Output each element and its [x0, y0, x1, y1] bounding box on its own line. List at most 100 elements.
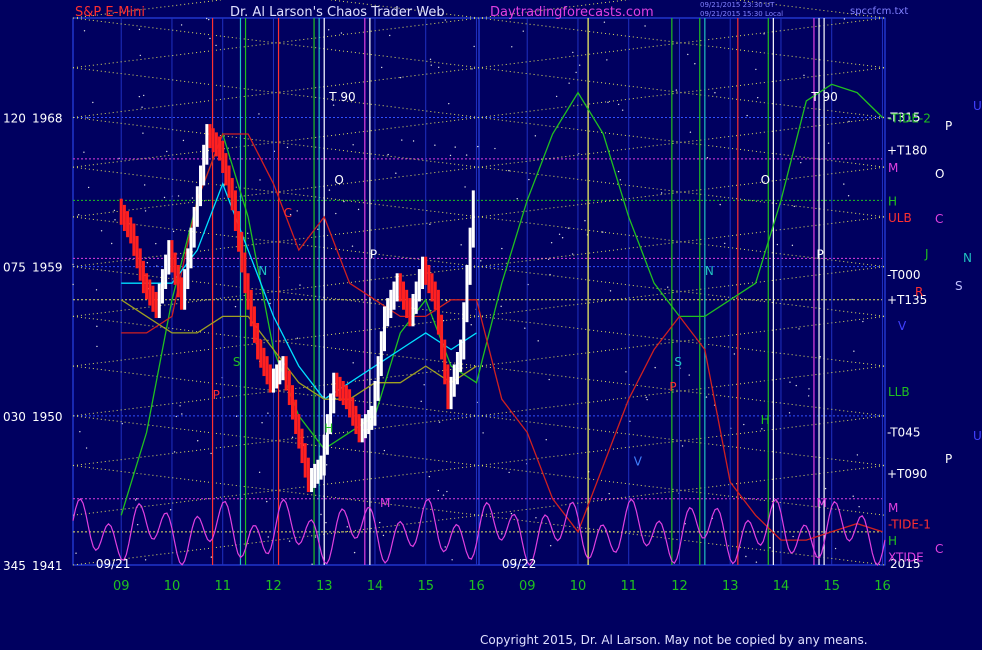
background-dot [807, 395, 810, 397]
background-dot [412, 140, 415, 142]
x-tick-label: 15 [417, 579, 434, 594]
background-dot [508, 471, 510, 474]
price-bar [402, 281, 406, 310]
glyph-label: T 90 [810, 90, 837, 104]
background-dot [144, 559, 147, 561]
background-dot [328, 189, 331, 191]
background-dot [705, 396, 708, 398]
planet-label: P [945, 452, 952, 466]
background-dot [95, 289, 98, 291]
price-bar [183, 269, 187, 310]
price-bar [268, 364, 272, 393]
price-bar [167, 240, 171, 275]
background-dot [803, 74, 805, 77]
background-dot [743, 423, 745, 426]
price-bar [424, 256, 428, 285]
background-dot [181, 413, 183, 415]
background-dot [442, 494, 445, 496]
background-dot [482, 432, 484, 434]
background-dot [169, 509, 172, 511]
price-bar [227, 165, 231, 198]
y-tick-price: 1968 [32, 111, 63, 125]
y-tick-degree: 120 [3, 111, 26, 125]
background-dot [524, 327, 526, 329]
background-dot [209, 37, 211, 40]
background-dot [437, 66, 440, 69]
background-dot [288, 540, 291, 542]
background-dot [510, 512, 513, 515]
planet-label: V [898, 319, 907, 333]
background-dot [75, 552, 77, 554]
background-dot [834, 547, 837, 550]
price-bar [230, 177, 234, 211]
price-bar [233, 190, 237, 231]
glyph-label: S [233, 355, 241, 369]
background-dot [314, 536, 317, 538]
background-dot [96, 325, 98, 328]
background-dot [197, 440, 199, 442]
data-file-label: spccfcm.txt [850, 6, 909, 17]
glyph-label: H [324, 421, 333, 435]
glyph-label: N [705, 264, 714, 278]
background-dot [460, 244, 462, 246]
price-bar [382, 306, 386, 352]
background-dot [163, 196, 166, 199]
background-dot [549, 545, 552, 547]
price-bar [300, 428, 304, 464]
price-bar [332, 372, 336, 414]
background-dot [72, 283, 74, 286]
y-tick-price: 1959 [32, 261, 63, 275]
price-bar [281, 356, 285, 381]
price-bar [357, 414, 361, 443]
background-dot [755, 561, 758, 563]
background-dot [819, 356, 821, 358]
copyright-notice: Copyright 2015, Dr. Al Larson. May not b… [480, 633, 868, 647]
price-bar [287, 370, 291, 406]
background-dot [96, 345, 98, 348]
forecast-line-olive [120, 299, 477, 400]
price-bar [303, 443, 307, 478]
price-bar [294, 399, 298, 435]
glyph-label: C [284, 206, 292, 220]
y-tick-price: 1950 [32, 410, 63, 424]
x-tick-label: 12 [265, 579, 282, 594]
price-bar [284, 356, 288, 391]
background-dot [788, 412, 791, 414]
background-dot [464, 186, 466, 188]
background-dot [139, 54, 141, 57]
price-bar [132, 223, 136, 256]
background-dot [87, 186, 90, 189]
background-dot [77, 214, 80, 216]
price-bar [189, 227, 193, 269]
background-dot [660, 192, 663, 194]
price-bar [459, 339, 463, 372]
background-dot [173, 451, 176, 453]
background-dot [572, 51, 574, 54]
planet-label: C [935, 212, 943, 226]
glyph-label: M [816, 496, 826, 510]
background-dot [210, 452, 212, 455]
site-label: Daytradingforecasts.com [490, 5, 654, 20]
background-dot [470, 324, 472, 326]
background-dot [757, 96, 759, 99]
price-bar [417, 269, 421, 302]
background-dot [568, 82, 570, 84]
price-bar [135, 235, 139, 269]
background-dot [843, 18, 846, 20]
background-dot [72, 263, 74, 266]
background-dot [534, 135, 537, 137]
planet-label: N [963, 251, 972, 265]
price-bar [468, 227, 472, 285]
price-bar [202, 144, 206, 186]
side-label: H [888, 534, 897, 548]
background-dot [480, 260, 482, 262]
background-dot [688, 374, 690, 376]
background-dot [793, 205, 796, 208]
background-dot [745, 555, 747, 558]
background-dot [311, 563, 313, 565]
background-dot [269, 302, 271, 305]
x-tick-label: 09 [519, 579, 536, 594]
background-dot [291, 436, 294, 439]
background-dot [180, 24, 183, 26]
background-dot [138, 95, 141, 98]
